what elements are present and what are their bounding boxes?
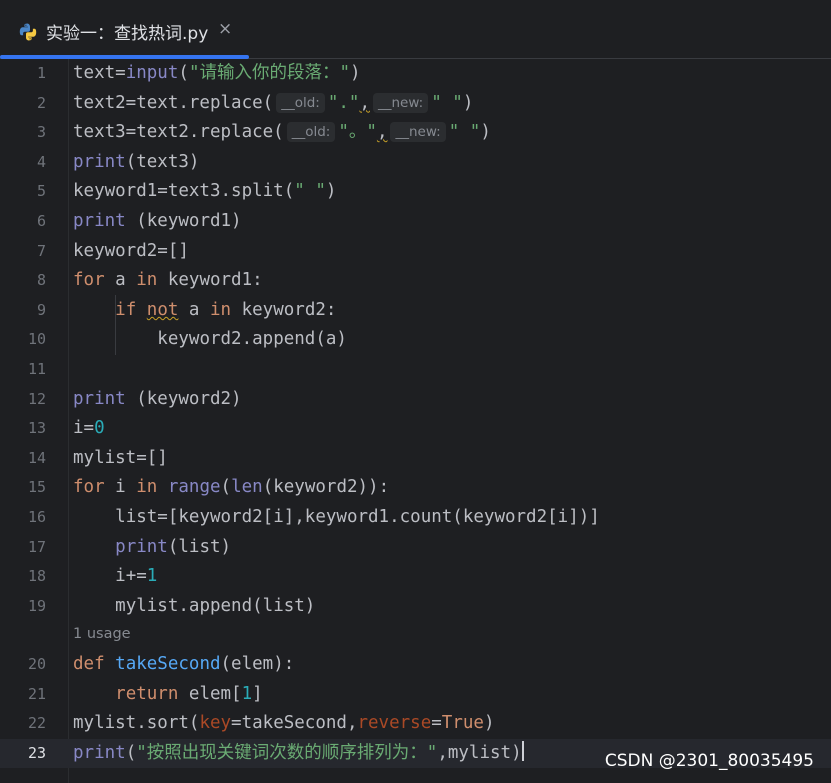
- line-number: 1: [36, 64, 46, 82]
- code-text[interactable]: print("按照出现关键词次数的顺序排列为：",mylist): [73, 739, 524, 769]
- file-tab[interactable]: 实验一：查找热词.py ×: [0, 0, 249, 59]
- code-line: 7 keyword2=[]: [0, 237, 831, 267]
- editor-tab-bar: 实验一：查找热词.py ×: [0, 0, 831, 59]
- file-tab-title: 实验一：查找热词.py: [46, 24, 209, 44]
- parameter-hint: __old:: [286, 122, 336, 143]
- code-line: 13 i=0: [0, 414, 831, 444]
- code-line: 22 mylist.sort(key=takeSecond,reverse=Tr…: [0, 709, 831, 739]
- code-editor[interactable]: 1 text=input("请输入你的段落：") 2 text2=text.re…: [0, 59, 831, 783]
- code-text[interactable]: list=[keyword2[i],keyword1.count(keyword…: [73, 503, 600, 533]
- code-line: 8 for a in keyword1:: [0, 266, 831, 296]
- code-line: 1 text=input("请输入你的段落："): [0, 59, 831, 89]
- line-number: 13: [27, 419, 46, 438]
- code-text[interactable]: text2=text.replace(__old: ".", __new: " "): [73, 89, 473, 119]
- line-number: 18: [27, 567, 46, 586]
- code-text[interactable]: print(text3): [73, 148, 199, 178]
- line-number: 15: [27, 478, 46, 497]
- code-line: 19 mylist.append(list): [0, 592, 831, 622]
- code-text[interactable]: mylist=[]: [73, 444, 168, 474]
- code-text[interactable]: i+=1: [73, 562, 157, 592]
- code-text[interactable]: print(list): [73, 533, 231, 563]
- line-number: 9: [36, 300, 46, 319]
- code-line: 12 print (keyword2): [0, 385, 831, 415]
- line-number: 12: [27, 389, 46, 408]
- code-text[interactable]: text3=text2.replace(__old: "。", __new: " "): [73, 118, 491, 148]
- code-line: 18 i+=1: [0, 562, 831, 592]
- python-file-icon: [19, 23, 37, 41]
- line-number: 4: [36, 152, 46, 171]
- usage-hint[interactable]: 1 usage: [73, 626, 131, 642]
- code-line: 5 keyword1=text3.split(" "): [0, 177, 831, 207]
- line-number: 20: [27, 655, 46, 673]
- code-line: 17 print(list): [0, 533, 831, 563]
- code-text[interactable]: print (keyword1): [73, 207, 242, 237]
- parameter-hint: __new:: [372, 92, 429, 113]
- line-number: 7: [36, 241, 46, 260]
- watermark: CSDN @2301_80035495: [604, 751, 814, 771]
- close-icon[interactable]: ×: [218, 19, 232, 39]
- code-line: 4 print(text3): [0, 148, 831, 178]
- text-caret: [521, 740, 524, 761]
- code-line: 14 mylist=[]: [0, 444, 831, 474]
- code-line: 3 text3=text2.replace(__old: "。", __new: " …: [0, 118, 831, 148]
- line-number: 14: [27, 448, 46, 467]
- code-text[interactable]: for a in keyword1:: [73, 266, 263, 296]
- line-number: 5: [36, 182, 46, 201]
- line-number: 23: [27, 743, 46, 762]
- code-text[interactable]: keyword2.append(a): [73, 325, 347, 355]
- line-number: 22: [27, 714, 46, 733]
- code-text[interactable]: keyword2=[]: [73, 237, 189, 267]
- code-text[interactable]: mylist.append(list): [73, 592, 315, 622]
- code-line: 9 if not a in keyword2:: [0, 296, 831, 326]
- line-number: 21: [27, 684, 46, 703]
- line-number: 6: [36, 212, 46, 230]
- parameter-hint: __old:: [276, 92, 325, 113]
- code-text[interactable]: i=0: [73, 414, 105, 444]
- line-number: 19: [27, 596, 46, 615]
- code-line: 6 print (keyword1): [0, 207, 831, 237]
- code-line: 11: [0, 355, 831, 385]
- code-line: 16 list=[keyword2[i],keyword1.count(keyw…: [0, 503, 831, 533]
- code-text[interactable]: keyword1=text3.split(" "): [73, 177, 336, 207]
- code-line: 20 def takeSecond(elem):: [0, 650, 831, 680]
- line-number: 8: [36, 271, 46, 290]
- code-line: 10 keyword2.append(a): [0, 325, 831, 355]
- code-line: 15 for i in range(len(keyword2)):: [0, 473, 831, 503]
- line-number: 11: [27, 360, 46, 378]
- code-text[interactable]: def takeSecond(elem):: [73, 650, 294, 680]
- line-number: 3: [36, 123, 46, 142]
- code-text[interactable]: for i in range(len(keyword2)):: [73, 473, 389, 503]
- code-line: 2 text2=text.replace(__old: ".", __new: " "…: [0, 89, 831, 119]
- code-text[interactable]: print (keyword2): [73, 385, 242, 415]
- line-number: 16: [27, 508, 46, 526]
- parameter-hint: __new:: [390, 122, 446, 143]
- line-number: 17: [27, 537, 46, 556]
- line-number: 10: [27, 330, 46, 349]
- code-line: 21 return elem[1]: [0, 680, 831, 710]
- code-text[interactable]: return elem[1]: [73, 680, 263, 710]
- code-text[interactable]: if not a in keyword2:: [73, 296, 336, 326]
- line-number: 2: [36, 93, 46, 112]
- code-text[interactable]: text=input("请输入你的段落："): [73, 59, 361, 89]
- code-text[interactable]: mylist.sort(key=takeSecond,reverse=True): [73, 709, 495, 739]
